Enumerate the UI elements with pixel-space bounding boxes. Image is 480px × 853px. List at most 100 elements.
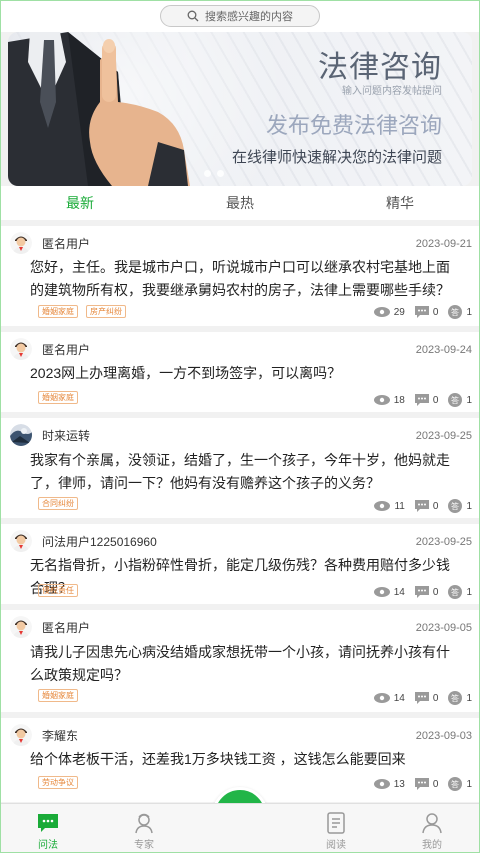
views-stat: 11 <box>374 500 405 512</box>
answers-stat: 答1 <box>448 777 472 791</box>
views-stat-count: 29 <box>393 306 405 318</box>
avatar[interactable] <box>10 724 32 746</box>
search-input[interactable]: 搜索感兴趣的内容 <box>160 5 320 27</box>
post-date: 2023-09-25 <box>415 430 472 442</box>
views-stat: 18 <box>373 394 405 406</box>
comments-stat-count: 0 <box>432 500 439 512</box>
banner-title: 法律咨询 <box>318 50 442 85</box>
user-icon <box>422 813 442 834</box>
answers-stat-count: 1 <box>466 692 472 704</box>
post-username[interactable]: 李耀东 <box>42 727 78 744</box>
comments-stat-count: 0 <box>432 394 439 406</box>
banner-dot[interactable] <box>204 170 211 177</box>
comment-icon <box>414 586 429 598</box>
search-area: 搜索感兴趣的内容 <box>0 0 480 32</box>
answers-stat-count: 1 <box>466 394 472 406</box>
tab-latest[interactable]: 最新 <box>0 186 160 220</box>
post-question-text[interactable]: 请我儿子因患先心病没结婚成家想抚带一个小孩，请问抚养小孩有什么政策规定吗？ <box>30 641 462 687</box>
avatar[interactable] <box>10 338 32 360</box>
post-question-text[interactable]: 您好，主任。我是城市户口，听说城市户口可以继承农村宅基地上面的建筑物所有权，我要… <box>30 256 462 302</box>
views-icon <box>373 693 390 703</box>
svg-text:答: 答 <box>451 587 459 597</box>
banner-subtitle: 发布免费法律咨询 <box>265 114 442 139</box>
comment-icon <box>414 692 429 704</box>
comments-stat-count: 0 <box>432 306 439 318</box>
post-tags: 合同纠纷 <box>38 497 78 510</box>
post-question-text[interactable]: 我家有个亲属，没领证，结婚了，生一个孩子，今年十岁，他妈就走了，律师，请问一下？… <box>30 449 462 495</box>
post-tags: 劳动争议 <box>38 776 78 789</box>
post-username[interactable]: 问法用户1225016960 <box>42 533 157 550</box>
answers-stat-count: 1 <box>466 306 472 318</box>
chat-icon <box>38 814 58 832</box>
comments-stat-count: 0 <box>432 692 439 704</box>
post-header: 李耀东 <box>10 724 78 746</box>
views-stat: 29 <box>373 306 405 318</box>
post-card[interactable]: 匿名用户 2023-09-05 请我儿子因患先心病没结婚成家想抚带一个小孩，请问抚养… <box>0 610 480 712</box>
answer-icon: 答 <box>448 777 463 791</box>
views-stat-count: 11 <box>394 500 405 512</box>
views-stat-count: 18 <box>393 394 405 406</box>
businessman-illustration <box>8 32 190 186</box>
post-card[interactable]: 问法用户1225016960 2023-09-25 无名指骨折，小指粉碎性骨折，能定… <box>0 524 480 604</box>
post-stats: 14 0 答 1 <box>368 691 472 705</box>
expert-icon <box>135 813 153 834</box>
post-card[interactable]: 匿名用户 2023-09-24 2023网上办理离婚，一方不到场签字，可以离吗？ 婚姻… <box>0 332 480 412</box>
comment-icon <box>414 306 429 318</box>
svg-text:答: 答 <box>451 307 459 317</box>
svg-text:答: 答 <box>451 501 459 511</box>
post-username[interactable]: 时来运转 <box>42 427 90 444</box>
comments-stat: 0 <box>414 306 439 318</box>
answers-stat: 答1 <box>448 499 472 513</box>
post-header: 匿名用户 <box>10 338 90 360</box>
answers-stat: 答1 <box>448 305 472 319</box>
post-question-text[interactable]: 2023网上办理离婚，一方不到场签字，可以离吗？ <box>30 362 462 385</box>
promo-banner[interactable]: 法律咨询 输入问题内容发帖提问 发布免费法律咨询 在线律师快速解决您的法律问题 <box>8 32 472 186</box>
views-stat: 14 <box>373 693 405 704</box>
category-tag[interactable]: 婚姻家庭 <box>38 391 78 404</box>
category-tag[interactable]: 劳动争议 <box>38 776 78 789</box>
answer-icon: 答 <box>448 691 463 705</box>
category-tag[interactable]: 侵权责任 <box>38 584 78 597</box>
category-tag[interactable]: 婚姻家庭 <box>38 689 78 702</box>
post-card[interactable]: 时来运转 2023-09-25 我家有个亲属，没领证，结婚了，生一个孩子，今年十岁，… <box>0 418 480 518</box>
avatar[interactable] <box>10 232 32 254</box>
post-tags: 侵权责任 <box>38 584 78 597</box>
comment-icon <box>414 500 429 512</box>
nav-item-reading[interactable]: 阅读 <box>306 812 366 851</box>
category-tag[interactable]: 房产纠纷 <box>86 305 126 318</box>
post-username[interactable]: 匿名用户 <box>42 619 90 636</box>
nav-item-wenfa[interactable]: 问法 <box>18 812 78 851</box>
views-stat: 14 <box>373 587 405 598</box>
post-card[interactable]: 匿名用户 2023-09-21 您好，主任。我是城市户口，听说城市户口可以继承农村宅… <box>0 226 480 326</box>
banner-pagination <box>204 170 224 177</box>
answer-icon: 答 <box>448 393 463 407</box>
category-tag[interactable]: 合同纠纷 <box>38 497 78 510</box>
comments-stat-count: 0 <box>432 586 439 598</box>
post-date: 2023-09-25 <box>415 536 472 548</box>
views-icon <box>373 307 390 317</box>
category-tag[interactable]: 婚姻家庭 <box>38 305 78 318</box>
post-stats: 13 0 答 1 <box>368 777 472 791</box>
post-stats: 14 0 答 1 <box>368 585 472 599</box>
avatar[interactable] <box>10 530 32 552</box>
nav-item-experts[interactable]: 专家 <box>114 812 174 851</box>
answers-stat-count: 1 <box>466 500 472 512</box>
tab-featured[interactable]: 精华 <box>320 186 480 220</box>
banner-dot[interactable] <box>217 170 224 177</box>
post-username[interactable]: 匿名用户 <box>42 341 90 358</box>
post-question-text[interactable]: 给个体老板干活，还差我1万多块钱工资 ，这钱怎么能要回来 <box>30 748 462 771</box>
answer-icon: 答 <box>448 585 463 599</box>
document-icon <box>327 812 345 834</box>
nav-label: 问法 <box>38 840 58 851</box>
post-username[interactable]: 匿名用户 <box>42 235 90 252</box>
comment-icon <box>414 394 429 406</box>
svg-text:答: 答 <box>451 779 459 789</box>
avatar[interactable] <box>10 424 32 446</box>
tab-hot[interactable]: 最热 <box>160 186 320 220</box>
svg-text:答: 答 <box>451 693 459 703</box>
views-stat: 13 <box>373 779 405 790</box>
avatar[interactable] <box>10 616 32 638</box>
post-date: 2023-09-21 <box>415 238 472 250</box>
nav-item-profile[interactable]: 我的 <box>402 812 462 851</box>
banner-tagline: 在线律师快速解决您的法律问题 <box>231 148 442 166</box>
